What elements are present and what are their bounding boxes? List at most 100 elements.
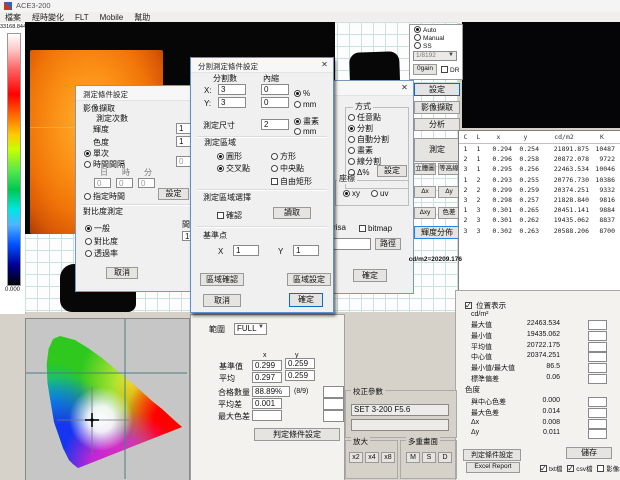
y-div-field[interactable] — [218, 97, 246, 108]
radio-size-mm[interactable]: mm — [294, 127, 316, 136]
range-select[interactable]: FULL▼ — [234, 323, 267, 335]
delta-x-button[interactable]: Δx — [414, 186, 436, 198]
radio-transmittance[interactable]: 透過率 — [85, 248, 118, 259]
radio-specified-time[interactable]: 指定時間 — [84, 191, 125, 202]
judge-condition-button[interactable]: 判定條件設定 — [463, 449, 521, 461]
radio-split[interactable]: 分割 — [348, 123, 373, 134]
radio-any-point[interactable]: 任意點 — [348, 112, 381, 123]
analyze-button[interactable]: 分析 — [414, 118, 460, 131]
table-row[interactable]: 230.3010.26219435.0628837 — [459, 215, 620, 225]
x-inset-field[interactable] — [261, 84, 289, 95]
image-file-checkbox[interactable]: 影像檔 — [597, 466, 620, 473]
color-diff-button[interactable]: 色差 — [438, 207, 460, 219]
multi-S-button[interactable]: S — [422, 452, 436, 463]
chroma-section-title: 色度 — [465, 386, 480, 394]
measure-button[interactable]: 測定 — [414, 138, 460, 162]
gain-button[interactable]: 0gain — [413, 64, 437, 75]
size-field[interactable] — [261, 119, 289, 130]
size-label: 測定尺寸 — [203, 122, 235, 131]
table-row[interactable]: 120.2930.25520776.73010386 — [459, 175, 620, 185]
stat-row: 中心值 20374.251 — [456, 351, 620, 362]
zoom-x4-button[interactable]: x4 — [365, 452, 379, 463]
stat-row: Δy 0.011 — [456, 428, 620, 439]
dr-checkbox[interactable]: DR — [441, 66, 459, 74]
zoom-x2-button[interactable]: x2 — [349, 452, 363, 463]
path-button[interactable]: 路徑 — [375, 238, 401, 250]
table-row[interactable]: 330.3020.26320588.2068700 — [459, 226, 620, 236]
base-y-field[interactable] — [293, 245, 319, 256]
radio-contrast[interactable]: 對比度 — [85, 236, 118, 247]
menu-item[interactable]: 檔案 — [5, 12, 21, 23]
radio-xy[interactable]: xy — [343, 189, 360, 198]
confirm-checkbox[interactable]: 確認 — [217, 210, 242, 221]
table-row[interactable]: 310.2950.25622463.53410046 — [459, 164, 620, 174]
radio-cross-point[interactable]: 交叉點 — [217, 163, 250, 174]
table-row[interactable]: 210.2960.25820872.0789722 — [459, 154, 620, 164]
dialog-title-bar[interactable]: 分割測定條件設定 ✕ — [191, 58, 333, 73]
radio-ss[interactable]: SS — [414, 42, 432, 50]
radio-center-point[interactable]: 中央點 — [271, 163, 304, 174]
delta-y-button[interactable]: Δy — [438, 186, 460, 198]
judge-condition-button[interactable]: 判定條件設定 — [254, 428, 340, 441]
set-button[interactable]: 設定 — [414, 83, 460, 96]
time-set-button[interactable]: 設定 — [158, 188, 189, 200]
hour-field[interactable] — [116, 178, 133, 188]
shutter-select[interactable]: 1/8192▼ — [413, 51, 457, 61]
table-row[interactable]: 110.2940.25421891.87510487 — [459, 144, 620, 154]
position-display-checkbox[interactable]: 位置表示 — [465, 300, 506, 311]
radio-unit-percent[interactable]: % — [294, 89, 310, 98]
method-set-button[interactable]: 設定 — [377, 165, 407, 177]
cancel-button[interactable]: 取消 — [203, 294, 241, 307]
csv-file-checkbox[interactable]: csv檔 — [567, 466, 592, 473]
exposure-panel: Auto Manual SS 1/8192▼ 0gain DR — [409, 24, 463, 80]
zoom-buttons: x2x4x8 — [349, 452, 397, 463]
area-confirm-button[interactable]: 區域確認 — [200, 273, 244, 286]
y-inset-field[interactable] — [261, 97, 289, 108]
ok-button[interactable]: 確定 — [289, 293, 323, 307]
area-set-button[interactable]: 區域設定 — [287, 273, 331, 286]
free-rect-checkbox[interactable]: 自由矩形 — [271, 176, 312, 187]
close-icon[interactable]: ✕ — [399, 83, 410, 93]
radio-uv[interactable]: uv — [371, 189, 388, 198]
path-field[interactable] — [333, 238, 371, 250]
delta-xy-button[interactable]: Δxy — [414, 207, 436, 219]
x-div-field[interactable] — [218, 84, 246, 95]
min-field[interactable] — [138, 178, 155, 188]
multi-D-button[interactable]: D — [438, 452, 452, 463]
radio-normal[interactable]: 一般 — [85, 223, 110, 234]
radio-auto-split[interactable]: 自動分割 — [348, 134, 389, 145]
capture-button[interactable]: 影像擷取 — [414, 101, 460, 114]
contour-button[interactable]: 等高線 — [438, 163, 460, 175]
dialog-title: 測定條件設定 — [83, 89, 128, 100]
view3d-button[interactable]: 立體圖 — [414, 163, 436, 175]
zoom-x8-button[interactable]: x8 — [381, 452, 395, 463]
table-row[interactable]: 130.3010.26520451.1419884 — [459, 205, 620, 215]
day-field[interactable] — [94, 178, 111, 188]
radio-pixel[interactable]: 畫素 — [348, 145, 373, 156]
radio-unit-mm[interactable]: mm — [294, 100, 316, 109]
excel-report-button[interactable]: Excel Report — [466, 462, 520, 473]
table-row[interactable]: 220.2990.25920374.2519332 — [459, 185, 620, 195]
bitmap-checkbox[interactable]: bitmap — [359, 224, 392, 233]
cie-diagram — [26, 319, 187, 479]
radio-manual[interactable]: Manual — [414, 34, 444, 42]
pass-label: 合格數量 — [218, 389, 250, 398]
close-icon[interactable]: ✕ — [319, 60, 330, 70]
save-button[interactable]: 儲存 — [566, 447, 612, 459]
cancel-button[interactable]: 取消 — [106, 267, 138, 279]
ok-button[interactable]: 確定 — [353, 269, 387, 282]
multi-M-button[interactable]: M — [406, 452, 420, 463]
txt-file-checkbox[interactable]: txt檔 — [540, 466, 562, 473]
radio-manual-icon — [414, 34, 421, 41]
radio-auto[interactable]: Auto — [414, 26, 436, 34]
split-condition-dialog: 分割測定條件設定 ✕ 分割數 內縮 X: Y: % mm 測定尺寸 畫素 mm … — [190, 57, 334, 313]
bitmap-checkbox-icon — [359, 225, 366, 232]
radio-circle[interactable]: 圓形 — [217, 151, 242, 162]
radio-size-pixel[interactable]: 畫素 — [294, 116, 319, 127]
radio-square[interactable]: 方形 — [271, 151, 296, 162]
base-x-field[interactable] — [233, 245, 259, 256]
table-row[interactable]: 320.2980.25721828.8409816 — [459, 195, 620, 205]
radio-single[interactable]: 單次 — [84, 148, 109, 159]
read-button[interactable]: 讀取 — [273, 207, 311, 219]
luminance-dist-button[interactable]: 輝度分佈 — [414, 226, 460, 239]
